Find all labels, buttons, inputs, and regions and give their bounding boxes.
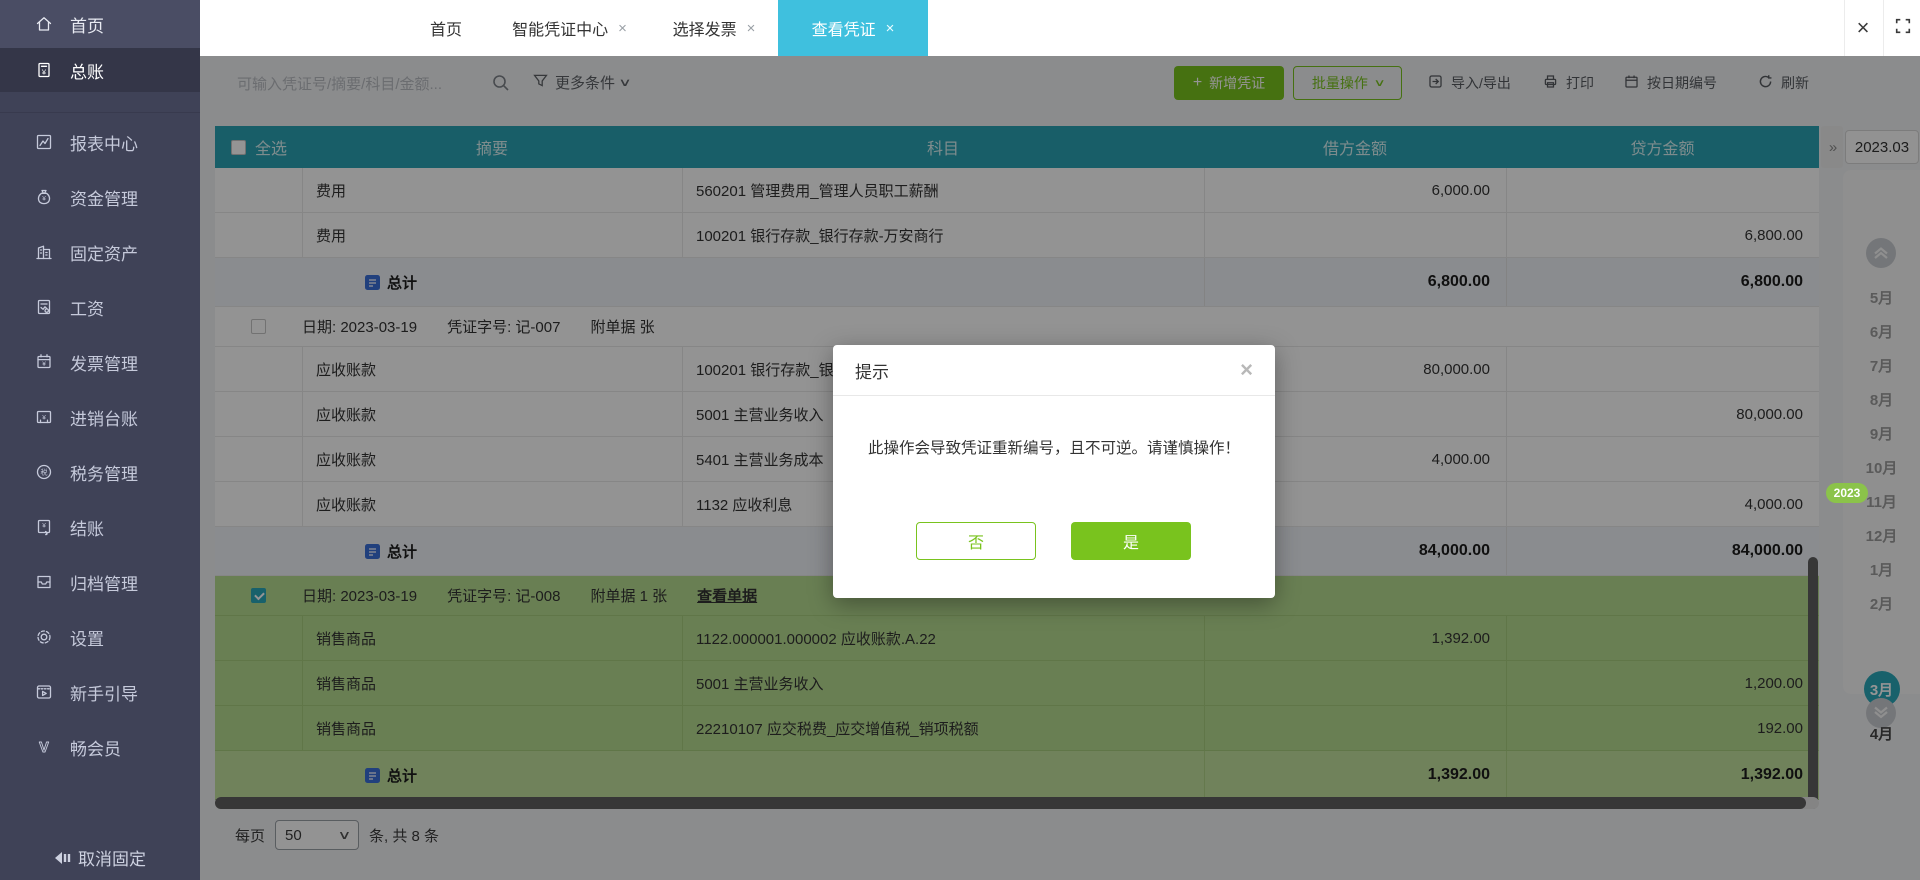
dialog-close-icon[interactable]: ×: [1240, 359, 1253, 381]
counter-icon: ¥: [34, 407, 54, 427]
fund-icon: ¥: [34, 187, 54, 207]
sidebar-item-label: 工资: [70, 299, 104, 319]
svg-text:¥: ¥: [42, 415, 46, 422]
confirm-dialog: 提示 × 此操作会导致凭证重新编号，且不可逆。请谨慎操作！ 否 是: [833, 345, 1275, 598]
dialog-message: 此操作会导致凭证重新编号，且不可逆。请谨慎操作！: [867, 440, 1240, 457]
member-icon: V: [34, 737, 54, 757]
tab-select-invoice[interactable]: 选择发票 ×: [660, 0, 768, 56]
dialog-no-button[interactable]: 否: [916, 522, 1036, 560]
svg-text:V: V: [39, 740, 49, 756]
sidebar-item-archive-management[interactable]: 归档管理: [0, 560, 200, 604]
tab-label: 选择发票: [672, 22, 737, 39]
sidebar-item-label: 资金管理: [70, 189, 138, 209]
home-icon: [34, 14, 54, 34]
sidebar-item-payroll[interactable]: 工资: [0, 285, 200, 329]
sidebar-item-purchase-sale-ledger[interactable]: ¥ 进销台账: [0, 395, 200, 439]
guide-icon: [34, 682, 54, 702]
tab-label: 智能凭证中心: [512, 22, 609, 39]
sidebar-item-label: 税务管理: [70, 464, 138, 484]
dialog-yes-button[interactable]: 是: [1071, 522, 1191, 560]
sidebar-item-general-ledger[interactable]: ¥ 总账: [0, 48, 200, 92]
tab-close-icon[interactable]: ×: [886, 20, 895, 37]
tab-close-icon[interactable]: ×: [747, 20, 756, 37]
tab-bar: 首页 智能凭证中心 × 选择发票 × 查看凭证 × ×: [200, 0, 1920, 56]
sidebar-item-label: 报表中心: [70, 134, 138, 154]
tab-smart-voucher-center[interactable]: 智能凭证中心 ×: [492, 0, 647, 56]
sidebar-item-invoice-management[interactable]: ¥ 发票管理: [0, 340, 200, 384]
sidebar-item-member[interactable]: V 畅会员: [0, 725, 200, 769]
svg-text:¥: ¥: [42, 523, 46, 530]
sidebar-item-report-center[interactable]: 报表中心: [0, 120, 200, 164]
svg-text:¥: ¥: [42, 361, 46, 368]
sidebar-item-home[interactable]: 首页: [0, 0, 200, 48]
sidebar-divider: [0, 112, 200, 113]
settle-icon: ¥: [34, 517, 54, 537]
report-icon: [34, 132, 54, 152]
sidebar-item-label: 结账: [70, 519, 104, 539]
dialog-title: 提示: [855, 362, 889, 382]
close-icon: ×: [1856, 15, 1870, 40]
gear-icon: [34, 627, 54, 647]
tax-icon: 税: [34, 462, 54, 482]
sidebar-item-beginner-guide[interactable]: 新手引导: [0, 670, 200, 714]
close-window-button[interactable]: ×: [1844, 0, 1881, 56]
unpin-sidebar-button[interactable]: 取消固定: [0, 840, 200, 874]
sidebar-item-label: 总账: [70, 62, 104, 82]
sidebar-item-tax-management[interactable]: 税 税务管理: [0, 450, 200, 494]
tab-label: 首页: [429, 22, 462, 39]
main-content: 更多条件 ∨ + 新增凭证 批量操作 ∨ 导入/导出 打印 按日: [200, 56, 1920, 880]
wage-icon: [34, 297, 54, 317]
svg-text:¥: ¥: [42, 196, 46, 203]
archive-icon: [34, 572, 54, 592]
year-badge: 2023: [1826, 483, 1868, 503]
tab-close-icon[interactable]: ×: [618, 20, 627, 37]
unpin-label: 取消固定: [78, 849, 146, 869]
sidebar-item-label: 首页: [70, 16, 104, 36]
sidebar-item-label: 新手引导: [70, 684, 138, 704]
sidebar-item-closing[interactable]: ¥ 结账: [0, 505, 200, 549]
svg-text:¥: ¥: [42, 68, 47, 77]
sidebar-item-settings[interactable]: 设置: [0, 615, 200, 659]
sidebar: 首页 ¥ 总账报表中心 ¥ 资金管理固定资产工资 ¥ 发票管理 ¥ 进销台账税 税务管理 ¥ 结账归档…: [0, 0, 200, 880]
svg-text:税: 税: [41, 468, 48, 477]
ledger-icon: ¥: [34, 60, 54, 80]
fullscreen-button[interactable]: [1883, 0, 1920, 56]
sidebar-item-fund-management[interactable]: ¥ 资金管理: [0, 175, 200, 219]
app-window: 首页 ¥ 总账报表中心 ¥ 资金管理固定资产工资 ¥ 发票管理 ¥ 进销台账税 税务管理 ¥ 结账归档…: [0, 0, 1920, 880]
tab-home[interactable]: 首页: [415, 0, 477, 56]
sidebar-item-label: 固定资产: [70, 244, 138, 264]
sidebar-item-fixed-assets[interactable]: 固定资产: [0, 230, 200, 274]
tab-view-voucher[interactable]: 查看凭证 ×: [778, 0, 928, 56]
sidebar-item-label: 归档管理: [70, 574, 138, 594]
sidebar-item-label: 畅会员: [70, 739, 121, 759]
sidebar-item-label: 发票管理: [70, 354, 138, 374]
sidebar-item-label: 进销台账: [70, 409, 138, 429]
tab-label: 查看凭证: [811, 22, 876, 39]
invoice-icon: ¥: [34, 352, 54, 372]
asset-icon: [34, 242, 54, 262]
collapse-left-icon: [54, 850, 72, 864]
sidebar-item-label: 设置: [70, 629, 104, 649]
fullscreen-icon: [1894, 17, 1912, 40]
